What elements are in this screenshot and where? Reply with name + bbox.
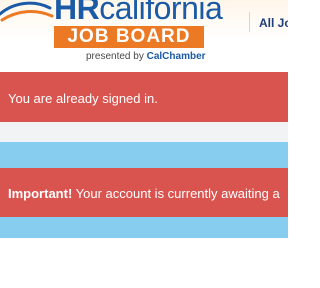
alert-account-awaiting: Important! Your account is currently awa…: [0, 168, 288, 217]
nav-link-all-jobs[interactable]: All Jo: [259, 16, 288, 30]
spacer-band: [0, 122, 288, 142]
page: HRcalifornia JOB BOARD presented by CalC…: [0, 0, 288, 288]
header-divider: [249, 12, 250, 32]
logo-presented-by: presented by CalChamber: [86, 51, 206, 62]
site-logo[interactable]: HRcalifornia JOB BOARD presented by CalC…: [0, 0, 223, 68]
alert-awaiting-text: Your account is currently awaiting a: [72, 186, 280, 201]
logo-wordmark: HRcalifornia: [54, 0, 223, 26]
info-band-top: [0, 142, 288, 168]
alert-signed-in: You are already signed in.: [0, 72, 288, 122]
site-header: HRcalifornia JOB BOARD presented by CalC…: [0, 0, 288, 72]
swoosh-icon: [0, 1, 54, 22]
content-area: [0, 238, 288, 288]
logo-job-board-badge: JOB BOARD: [54, 26, 204, 48]
alert-important-label: Important!: [8, 186, 73, 201]
alert-signed-in-message: You are already signed in.: [8, 91, 158, 106]
alert-account-awaiting-message: Important! Your account is currently awa…: [8, 186, 280, 202]
info-band-bottom: [0, 217, 288, 238]
